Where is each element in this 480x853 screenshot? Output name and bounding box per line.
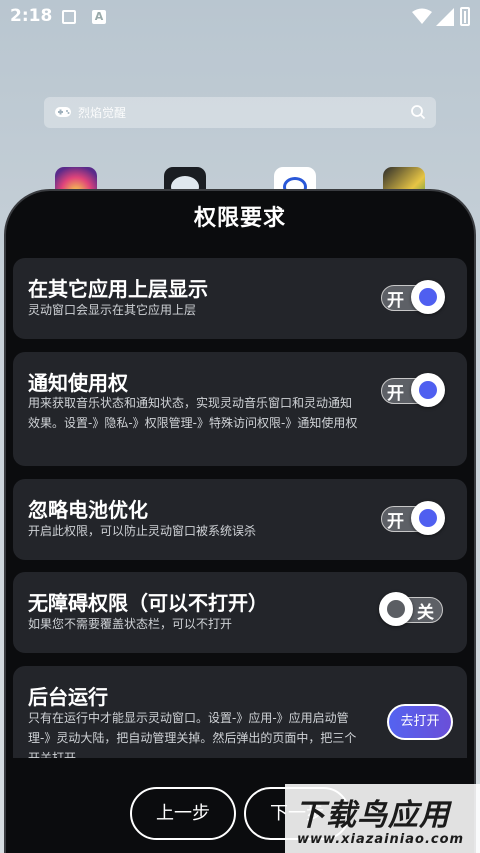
permission-description: 用来获取音乐状态和通知状态，实现灵动音乐窗口和灵动通知效果。设置-》隐私-》权限…: [28, 396, 358, 430]
permission-description: 开启此权限，可以防止灵动窗口被系统误杀: [28, 524, 257, 538]
watermark-url: www.xiazainiao.com: [297, 832, 465, 847]
watermark: 下载鸟应用 www.xiazainiao.com: [285, 784, 480, 853]
search-placeholder: 烈焰觉醒: [78, 106, 127, 120]
permission-description: 灵动窗口会显示在其它应用上层: [28, 303, 197, 317]
permission-card-background: 后台运行 只有在运行中才能显示灵动窗口。设置-》应用-》应用启动管理-》灵动大陆…: [13, 666, 467, 758]
notification-toggle[interactable]: 开: [381, 373, 445, 407]
wifi-icon: [412, 8, 432, 24]
toggle-knob: [411, 501, 445, 535]
toggle-label: 开: [387, 512, 404, 532]
permission-card-overlay: 在其它应用上层显示 灵动窗口会显示在其它应用上层 开: [13, 258, 467, 339]
permission-title: 后台运行: [28, 685, 108, 709]
toggle-label: 开: [387, 384, 404, 404]
search-icon[interactable]: [410, 104, 426, 120]
permission-description: 只有在运行中才能显示灵动窗口。设置-》应用-》应用启动管理-》灵动大陆，把自动管…: [28, 711, 357, 758]
permission-title: 通知使用权: [28, 371, 128, 395]
permission-list[interactable]: 在其它应用上层显示 灵动窗口会显示在其它应用上层 开 通知使用权 用来获取音乐状…: [13, 258, 467, 758]
toggle-label: 关: [417, 603, 434, 623]
battery-toggle[interactable]: 开: [381, 501, 445, 535]
permission-title: 在其它应用上层显示: [28, 277, 208, 301]
gamepad-icon: [55, 107, 71, 117]
permission-title: 无障碍权限（可以不打开）: [28, 591, 268, 615]
open-settings-button[interactable]: 去打开: [387, 704, 453, 740]
prev-step-button[interactable]: 上一步: [130, 787, 236, 840]
permission-card-notification: 通知使用权 用来获取音乐状态和通知状态，实现灵动音乐窗口和灵动通知效果。设置-》…: [13, 352, 467, 466]
watermark-logo-text: 下载鸟应用: [295, 798, 450, 833]
a-notification-icon: A: [92, 10, 106, 24]
overlay-toggle[interactable]: 开: [381, 280, 445, 314]
image-icon: [62, 10, 76, 24]
status-bar: 2:18 A: [0, 0, 480, 34]
toggle-knob: [411, 373, 445, 407]
permission-description: 如果您不需要覆盖状态栏，可以不打开: [28, 617, 233, 631]
accessibility-toggle[interactable]: 关: [379, 592, 443, 626]
permission-card-battery: 忽略电池优化 开启此权限，可以防止灵动窗口被系统误杀 开: [13, 479, 467, 560]
dialog-title: 权限要求: [193, 206, 286, 231]
search-bar[interactable]: 烈焰觉醒: [44, 97, 436, 128]
toggle-knob: [411, 280, 445, 314]
status-time: 2:18: [10, 6, 53, 26]
permission-card-accessibility: 无障碍权限（可以不打开） 如果您不需要覆盖状态栏，可以不打开 关: [13, 572, 467, 653]
toggle-label: 开: [387, 291, 404, 311]
permission-title: 忽略电池优化: [28, 498, 148, 522]
toggle-knob: [379, 592, 413, 626]
battery-charging-icon: [460, 7, 470, 26]
signal-icon: [436, 8, 454, 26]
